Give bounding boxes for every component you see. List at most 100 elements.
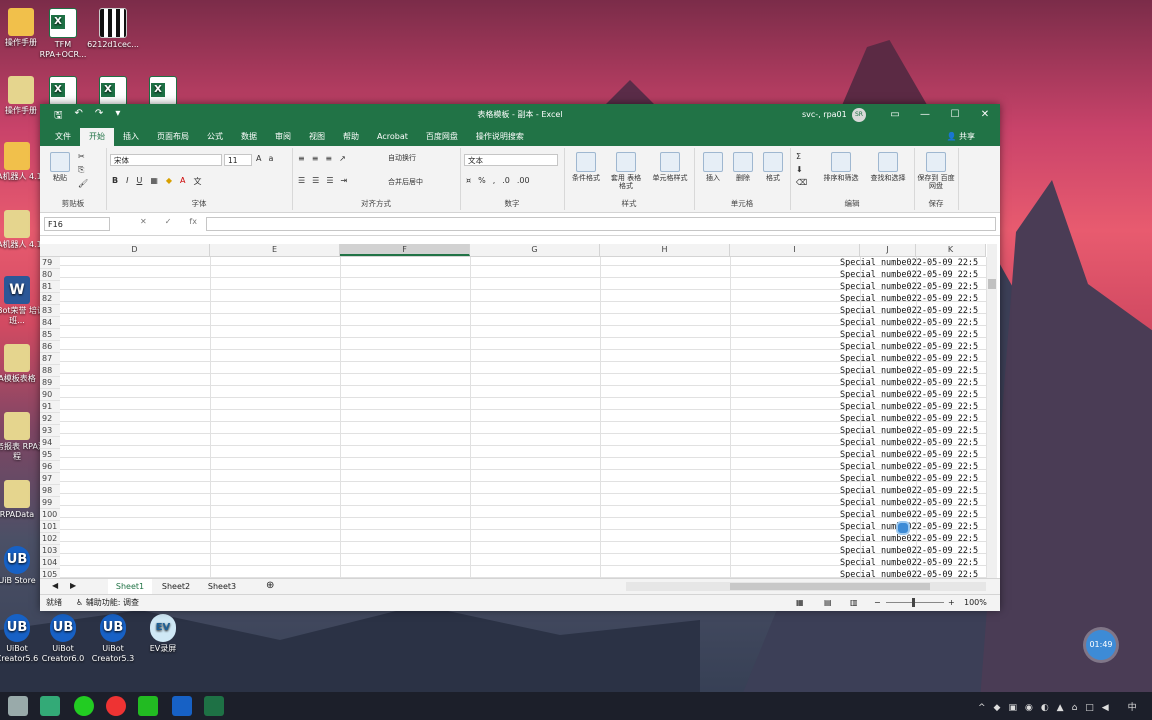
shrink-font-icon[interactable]: a [268,154,273,163]
zoom-slider-handle[interactable] [912,598,915,607]
font-size-select[interactable]: 11 [224,154,252,166]
italic-icon[interactable]: I [126,176,128,187]
add-sheet-icon[interactable]: ⊕ [266,580,274,591]
zoom-out-icon[interactable]: − [874,595,881,611]
table-row[interactable]: Special numbe022-05-09 22:5 [840,305,1000,317]
column-header[interactable]: J [860,244,916,256]
name-box[interactable]: F16 [44,217,110,231]
table-row[interactable]: Special numbe022-05-09 22:5 [840,533,1000,545]
horizontal-scrollbar[interactable] [626,582,986,591]
row-header[interactable]: 105 [40,569,60,578]
row-header[interactable]: 81 [40,281,60,293]
fill-icon[interactable]: ⬇ [796,165,807,174]
share-button[interactable]: 👤 共享 [937,128,984,146]
messages-icon[interactable] [138,696,158,716]
align-bottom-icon[interactable]: ≡ [325,154,332,163]
number-format-select[interactable]: 文本 [464,154,558,166]
format-as-table-button[interactable]: 套用 表格格式 [608,152,644,190]
table-row[interactable]: Special numbe022-05-09 22:5 [840,377,1000,389]
row-header[interactable]: 88 [40,365,60,377]
decrease-decimal-icon[interactable]: .00 [517,176,530,185]
row-header[interactable]: 90 [40,389,60,401]
wechat-icon[interactable] [74,696,94,716]
accessibility-status[interactable]: ♿ 辅助功能: 调查 [76,595,139,611]
clear-icon[interactable]: ⌫ [796,178,807,187]
cell-styles-button[interactable]: 单元格样式 [648,152,692,182]
save-baidu-button[interactable]: 保存到 百度网盘 [916,152,956,190]
table-row[interactable]: Special numbe022-05-09 22:5 [840,497,1000,509]
underline-icon[interactable]: U [136,176,142,187]
tab-9[interactable]: Acrobat [368,128,417,146]
scroll-thumb[interactable] [988,279,996,289]
percent-icon[interactable]: % [478,176,486,185]
table-row[interactable]: Special numbe022-05-09 22:5 [840,461,1000,473]
minimize-icon[interactable]: — [910,104,940,126]
sort-filter-button[interactable]: 排序和筛选 [820,152,862,182]
cut-icon[interactable]: ✂ [78,152,88,161]
row-header[interactable]: 93 [40,425,60,437]
table-row[interactable]: Special numbe022-05-09 22:5 [840,521,1000,533]
table-row[interactable]: Special numbe022-05-09 22:5 [840,365,1000,377]
table-row[interactable]: Special numbe022-05-09 22:5 [840,473,1000,485]
align-top-icon[interactable]: ≡ [298,154,305,163]
system-tray[interactable]: ^◆▣◉◐▲⌂□◀ 中 [978,700,1145,713]
table-row[interactable]: Special numbe022-05-09 22:5 [840,269,1000,281]
table-row[interactable]: Special numbe022-05-09 22:5 [840,449,1000,461]
row-header[interactable]: 85 [40,329,60,341]
column-header[interactable]: K [916,244,986,256]
orientation-icon[interactable]: ↗ [339,154,346,163]
zoom-in-icon[interactable]: + [948,595,955,611]
column-header[interactable]: H [600,244,730,256]
table-row[interactable]: Special numbe022-05-09 22:5 [840,413,1000,425]
vertical-scrollbar[interactable] [987,244,997,578]
cancel-icon[interactable]: ✕ [140,217,147,226]
tab-10[interactable]: 百度网盘 [417,128,467,146]
indent-icon[interactable]: ⇥ [341,176,348,185]
font-color-icon[interactable]: A [180,176,185,187]
zoom-slider[interactable] [886,602,944,603]
comma-icon[interactable]: , [493,176,496,185]
align-middle-icon[interactable]: ≡ [312,154,319,163]
sheet-tab[interactable]: Sheet2 [154,579,198,594]
conditional-format-button[interactable]: 条件格式 [568,152,604,182]
desktop-icon[interactable]: 6212d1cec... [82,8,144,50]
sheet-tab[interactable]: Sheet3 [200,579,244,594]
row-header[interactable]: 79 [40,257,60,269]
fill-color-icon[interactable]: ◆ [166,176,172,187]
grow-font-icon[interactable]: A [256,154,261,163]
row-header[interactable]: 84 [40,317,60,329]
table-row[interactable]: Special numbe022-05-09 22:5 [840,557,1000,569]
table-row[interactable]: Special numbe022-05-09 22:5 [840,317,1000,329]
recording-timer[interactable]: 01:49 [1086,630,1116,660]
align-left-icon[interactable]: ☰ [298,176,305,185]
insert-cells-button[interactable]: 插入 [700,152,726,182]
excel-taskbar-icon[interactable] [204,696,224,716]
format-painter-icon[interactable]: 🖌 [78,179,88,188]
close-icon[interactable]: ✕ [970,104,1000,126]
tab-7[interactable]: 视图 [300,128,334,146]
uibot-icon[interactable] [172,696,192,716]
page-layout-icon[interactable]: ▤ [824,595,832,611]
scroll-right-icon[interactable]: ▶ [70,581,76,590]
row-header[interactable]: 89 [40,377,60,389]
table-row[interactable]: Special numbe022-05-09 22:5 [840,545,1000,557]
align-center-icon[interactable]: ☰ [312,176,319,185]
row-header[interactable]: 104 [40,557,60,569]
border-icon[interactable]: ▦ [150,176,158,187]
tab-3[interactable]: 页面布局 [148,128,198,146]
cells-area[interactable]: Special numbe022-05-09 22:5 Special numbe… [60,257,987,578]
table-row[interactable]: Special numbe022-05-09 22:5 [840,569,1000,578]
user-name[interactable]: svc-, rpa01 [802,104,847,126]
row-header[interactable]: 94 [40,437,60,449]
explorer-icon[interactable] [8,696,28,716]
hscroll-thumb[interactable] [730,583,930,590]
zoom-level[interactable]: 100% [964,595,987,611]
copy-icon[interactable]: ⎘ [78,165,88,175]
table-row[interactable]: Special numbe022-05-09 22:5 [840,257,1000,269]
page-break-icon[interactable]: ▥ [850,595,858,611]
ribbon-display-icon[interactable]: ▭ [880,104,910,126]
table-row[interactable]: Special numbe022-05-09 22:5 [840,329,1000,341]
column-header[interactable]: F [340,244,470,256]
align-right-icon[interactable]: ☰ [326,176,333,185]
tab-11[interactable]: 操作说明搜索 [467,128,533,146]
